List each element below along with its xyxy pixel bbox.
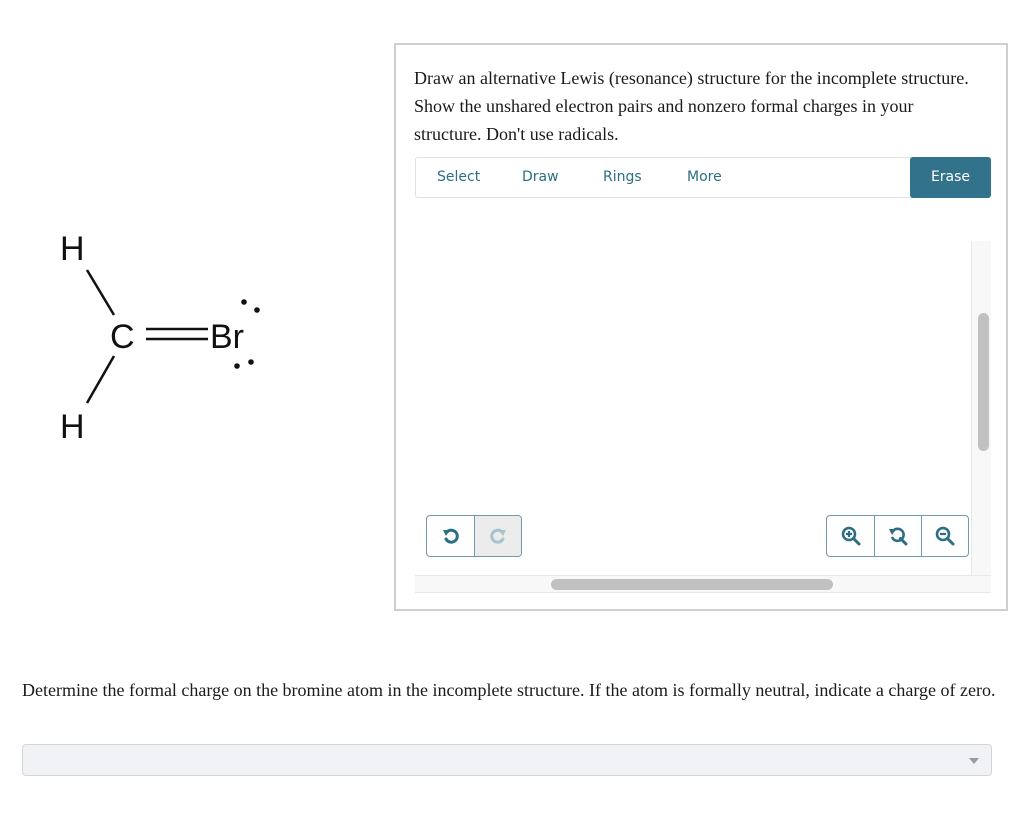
tab-draw[interactable]: Draw: [522, 158, 559, 197]
chevron-down-icon: [969, 758, 979, 764]
redo-icon: [490, 528, 506, 544]
editor-toolbar: Select Draw Rings More Erase: [415, 157, 991, 198]
question-prompt: Draw an alternative Lewis (resonance) st…: [414, 68, 969, 144]
atom-carbon: C: [110, 318, 135, 356]
horizontal-scrollbar[interactable]: [415, 575, 991, 593]
undo-icon: [442, 528, 459, 544]
bond-h-c-bottom: [85, 355, 116, 404]
tab-rings[interactable]: Rings: [603, 158, 642, 197]
reset-zoom-icon: [889, 527, 908, 546]
vertical-scrollbar[interactable]: [971, 241, 991, 593]
zoom-out-button[interactable]: [921, 516, 968, 556]
lone-pair-electron: [248, 359, 254, 365]
undo-button[interactable]: [427, 516, 474, 556]
molecule-structure: H C Br H: [40, 220, 280, 450]
zoom-in-icon: [841, 526, 860, 546]
lone-pair-electron: [254, 307, 260, 313]
undo-redo-group: [426, 515, 522, 557]
reset-zoom-button[interactable]: [874, 516, 921, 556]
lone-pair-electron: [234, 363, 240, 369]
zoom-controls: [826, 515, 969, 557]
formal-charge-question: Determine the formal charge on the bromi…: [22, 680, 996, 700]
zoom-out-icon: [935, 526, 955, 546]
vertical-scrollbar-thumb[interactable]: [978, 313, 989, 451]
erase-button[interactable]: Erase: [910, 157, 991, 198]
redo-button[interactable]: [474, 516, 521, 556]
zoom-in-button[interactable]: [827, 516, 874, 556]
atom-hydrogen-top: H: [60, 230, 85, 268]
lewis-structure-drawing: H C Br H: [60, 230, 260, 446]
tab-select[interactable]: Select: [437, 158, 480, 197]
tab-more[interactable]: More: [687, 158, 722, 197]
atom-bromine: Br: [210, 318, 244, 356]
lone-pair-electron: [241, 299, 247, 305]
structure-editor: Draw an alternative Lewis (resonance) st…: [394, 43, 1008, 611]
horizontal-scrollbar-thumb[interactable]: [551, 579, 833, 590]
atom-hydrogen-bottom: H: [60, 408, 85, 446]
formal-charge-select[interactable]: [22, 744, 992, 776]
bond-h-c-top: [85, 269, 116, 316]
